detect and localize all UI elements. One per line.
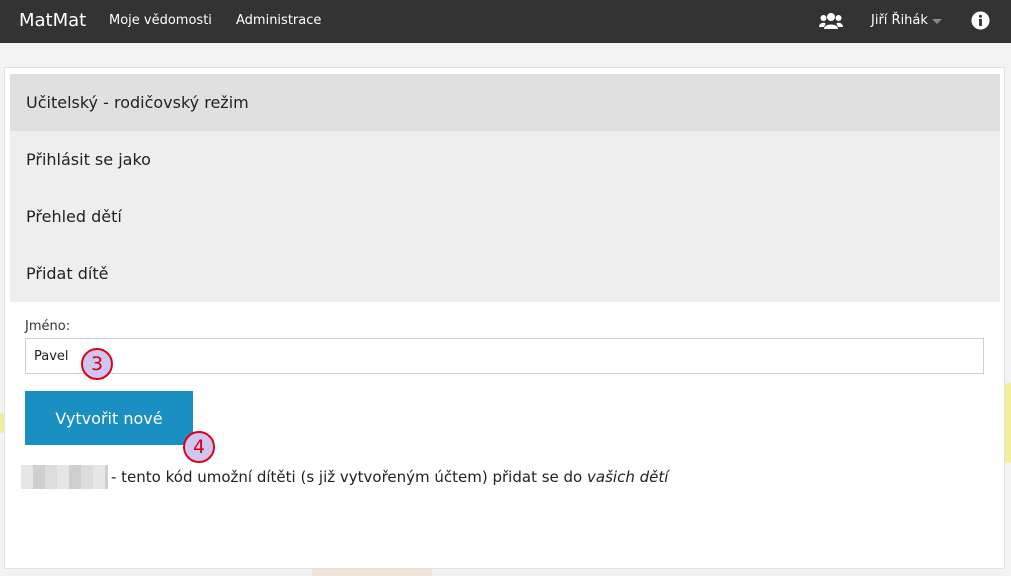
top-navbar: MatMat Moje vědomosti Administrace Jiří … <box>0 0 1011 43</box>
user-menu[interactable]: Jiří Řihák <box>871 13 928 28</box>
name-label: Jméno: <box>25 319 71 334</box>
child-code-info: - tento kód umožní dítěti (s již vytvoře… <box>111 468 668 486</box>
main-panel: Učitelský - rodičovský režim Přihlásit s… <box>4 67 1005 569</box>
menu-item-add-child[interactable]: Přidat dítě <box>10 245 1000 302</box>
menu-item-children-overview[interactable]: Přehled dětí <box>10 188 1000 245</box>
callout-marker-4: 4 <box>183 431 215 463</box>
menu-item-teacher-parent-mode[interactable]: Učitelský - rodičovský režim <box>10 74 1000 131</box>
menu-item-label: Učitelský - rodičovský režim <box>26 93 249 112</box>
parent-mode-menu: Učitelský - rodičovský režim Přihlásit s… <box>10 74 1000 302</box>
info-text: - tento kód umožní dítěti (s již vytvoře… <box>111 468 583 486</box>
child-code-redacted <box>21 465 108 489</box>
callout-marker-3: 3 <box>81 348 113 380</box>
users-icon[interactable] <box>819 12 843 30</box>
info-emphasis: vašich dětí <box>587 468 669 486</box>
caret-down-icon[interactable] <box>932 19 942 24</box>
nav-link-administration[interactable]: Administrace <box>236 13 321 28</box>
info-icon[interactable] <box>971 11 990 30</box>
create-new-button[interactable]: Vytvořit nové <box>25 391 193 445</box>
nav-link-knowledge[interactable]: Moje vědomosti <box>109 13 212 28</box>
menu-item-label: Přidat dítě <box>26 264 109 283</box>
brand-logo[interactable]: MatMat <box>19 10 86 31</box>
name-input[interactable] <box>25 338 984 374</box>
menu-item-login-as[interactable]: Přihlásit se jako <box>10 131 1000 188</box>
menu-item-label: Přihlásit se jako <box>26 150 151 169</box>
menu-item-label: Přehled dětí <box>26 207 122 226</box>
